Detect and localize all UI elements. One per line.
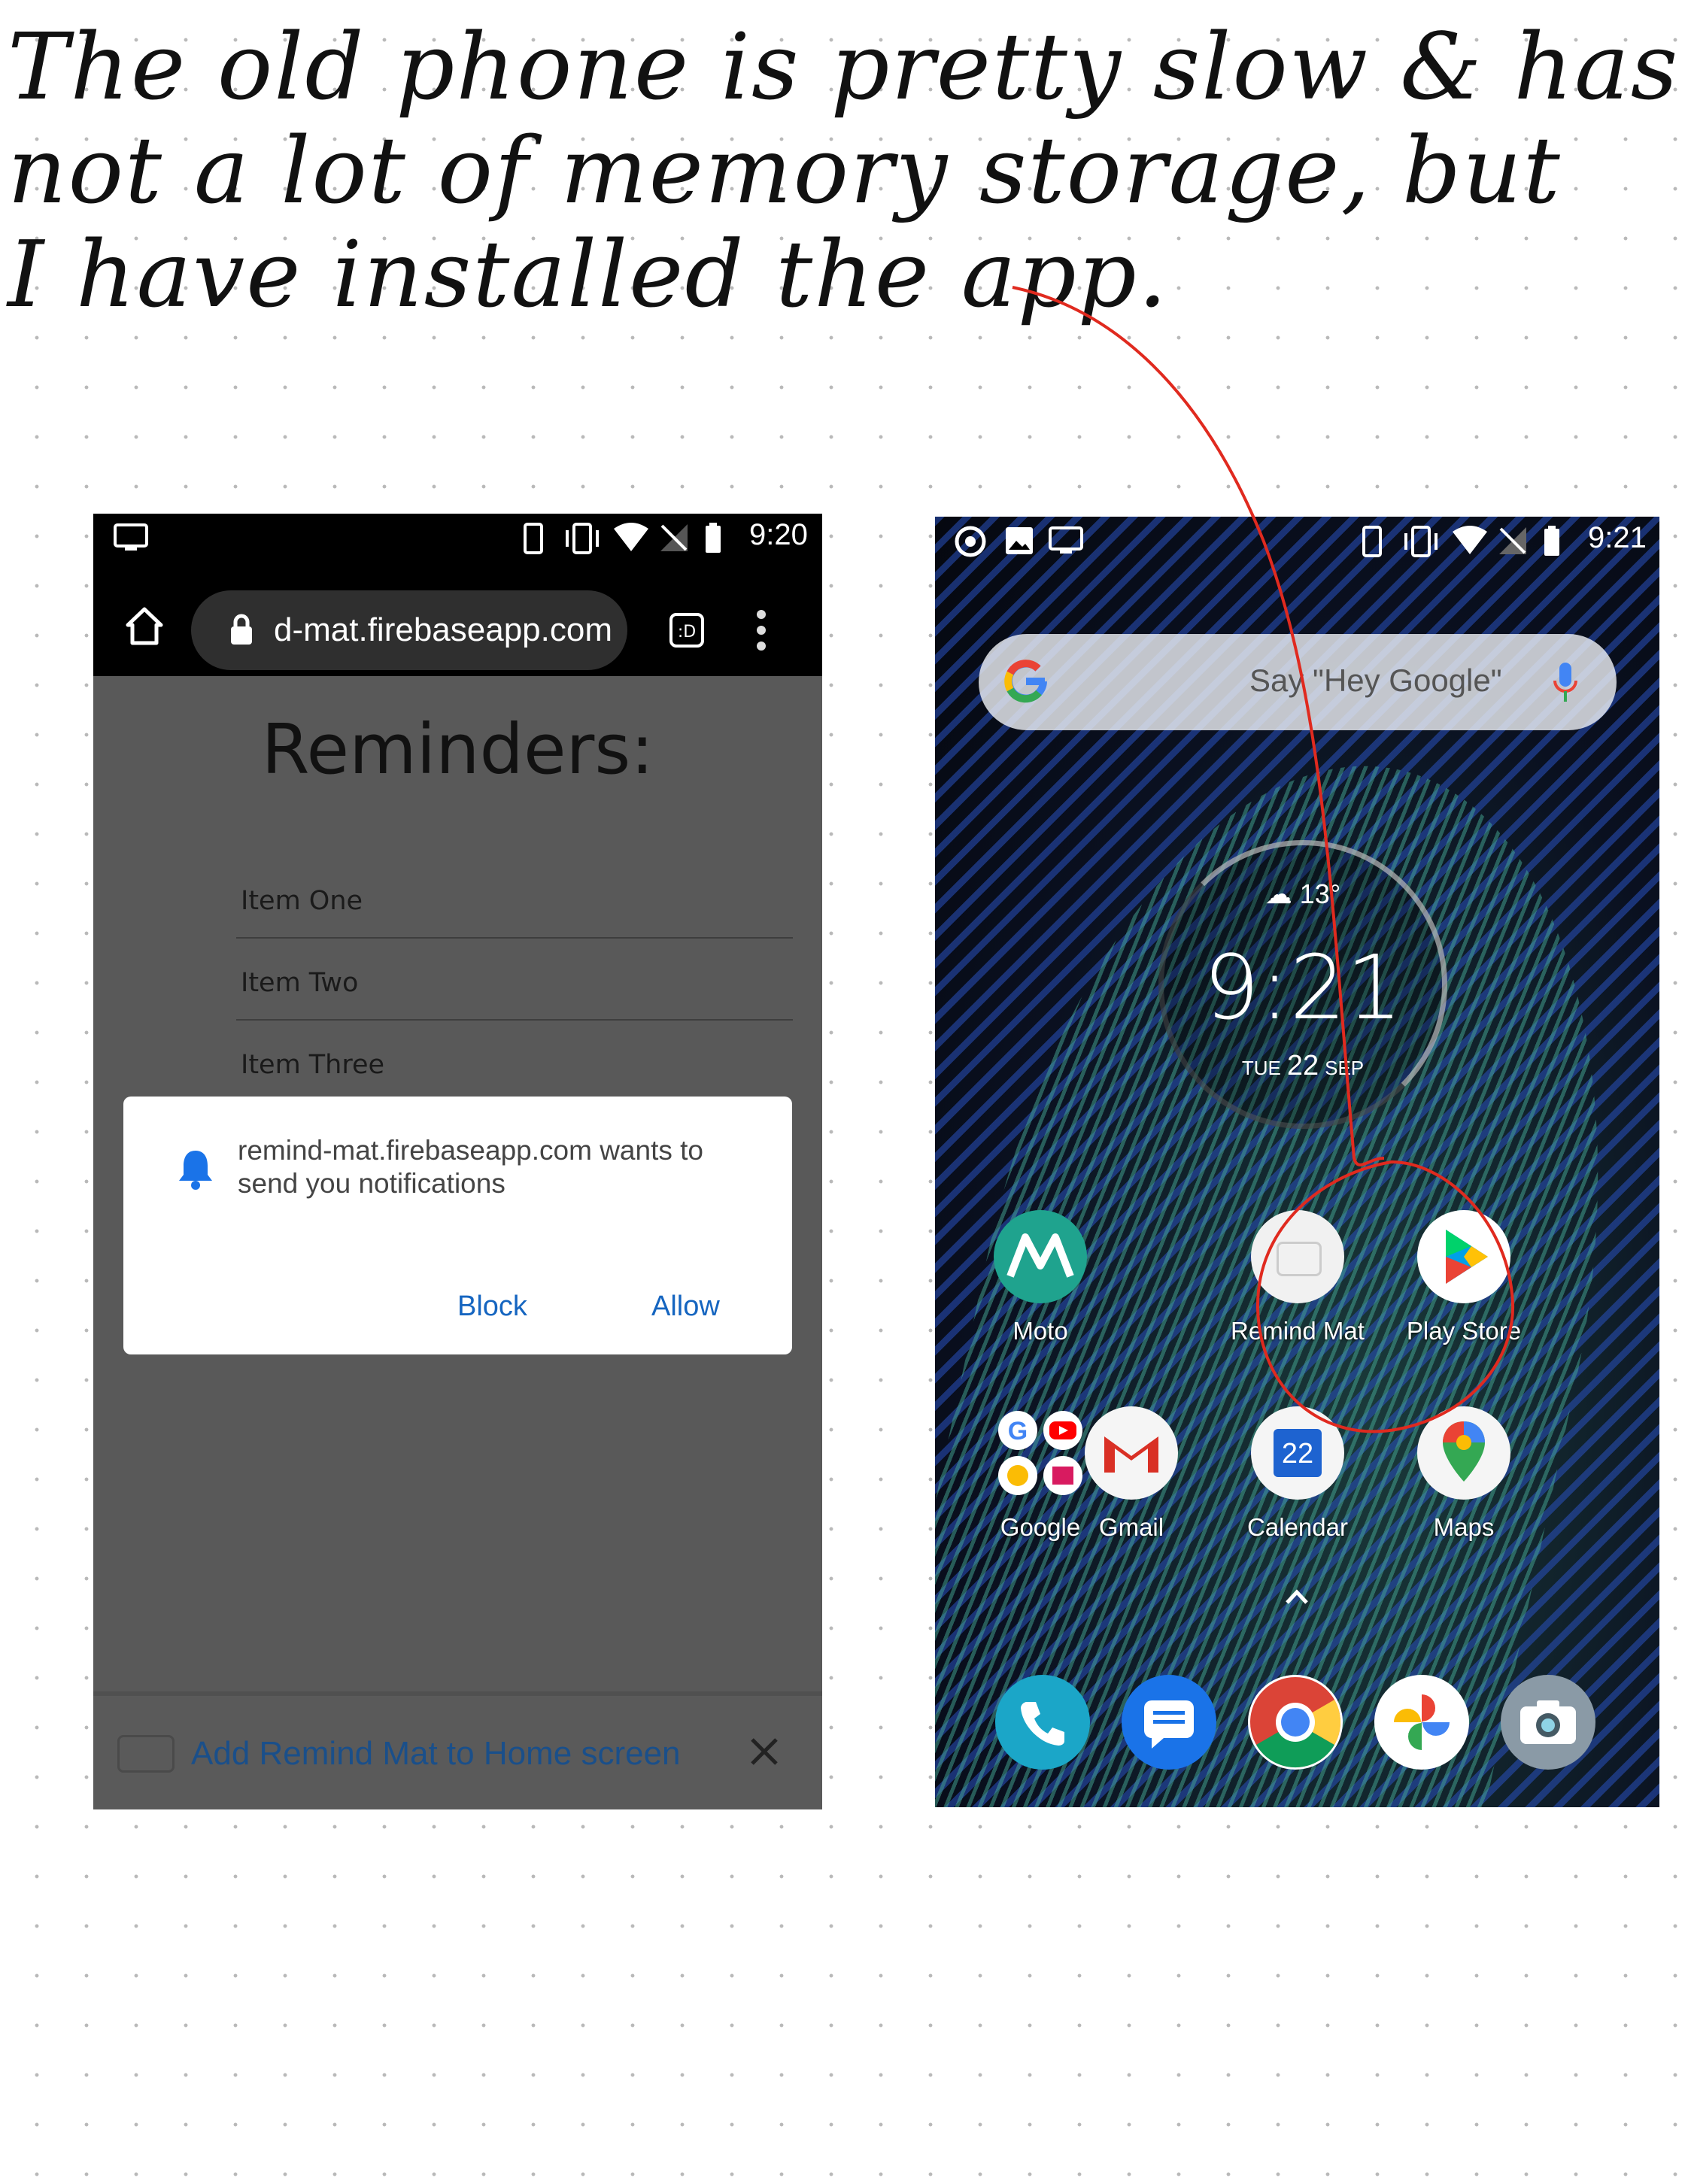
annotation-circle [1255, 1160, 1515, 1433]
red-annotation-overlay [1012, 286, 1515, 1433]
annotation-arrow-line [1012, 286, 1385, 1166]
